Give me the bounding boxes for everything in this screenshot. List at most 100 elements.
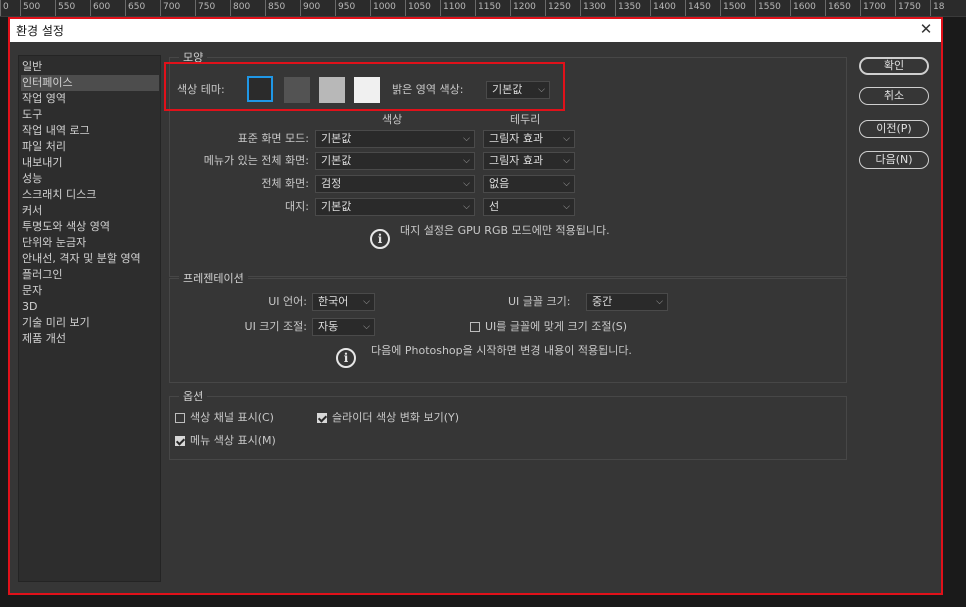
chevron-down-icon: ⌵ (363, 322, 370, 332)
ruler-tick: 1750 (895, 0, 921, 16)
show-channels-label: 색상 채널 표시(C) (190, 411, 274, 424)
chevron-down-icon: ⌵ (363, 297, 370, 307)
ruler-tick: 850 (265, 0, 285, 16)
menu-color-label: 메뉴 색상 표시(M) (190, 434, 276, 447)
sidebar-item-history-log[interactable]: 작업 내역 로그 (22, 123, 90, 139)
ui-font-size-select[interactable]: 중간 ⌵ (586, 293, 668, 311)
sidebar-item-general[interactable]: 일반 (22, 59, 42, 75)
preferences-sidebar: 일반 인터페이스 작업 영역 도구 작업 내역 로그 파일 처리 내보내기 성능… (18, 55, 161, 582)
fullscreen-label: 전체 화면: (261, 177, 309, 190)
ruler-tick: 1050 (405, 0, 431, 16)
artboard-border-value: 선 (489, 200, 500, 213)
artboard-color-select[interactable]: 기본값 ⌵ (315, 198, 475, 216)
slider-color-label: 슬라이더 색상 변화 보기(Y) (332, 411, 459, 424)
color-column-header: 색상 (382, 113, 403, 126)
ruler-tick: 1400 (650, 0, 676, 16)
chevron-down-icon: ⌵ (463, 134, 470, 144)
close-icon[interactable]: ✕ (915, 18, 937, 40)
ruler-tick: 1600 (790, 0, 816, 16)
standard-screen-border-value: 그림자 효과 (489, 132, 544, 145)
chevron-down-icon: ⌵ (563, 156, 570, 166)
sidebar-item-plugins[interactable]: 플러그인 (22, 267, 62, 283)
sidebar-item-scratch-disks[interactable]: 스크래치 디스크 (22, 187, 96, 203)
sidebar-item-transparency[interactable]: 투명도와 색상 영역 (22, 219, 110, 235)
options-group (169, 396, 847, 460)
ok-button[interactable]: 확인 (859, 57, 929, 75)
sidebar-item-3d[interactable]: 3D (22, 299, 37, 315)
sidebar-item-file-handling[interactable]: 파일 처리 (22, 139, 66, 155)
artboard-color-value: 기본값 (321, 200, 352, 213)
ruler-tick: 0 (0, 0, 9, 16)
ruler-tick: 600 (90, 0, 110, 16)
options-title: 옵션 (179, 390, 208, 403)
ui-font-size-value: 중간 (592, 295, 613, 308)
ruler-tick: 700 (160, 0, 180, 16)
title-bar: 환경 설정 ✕ (8, 17, 943, 42)
ruler-tick: 1300 (580, 0, 606, 16)
ui-scale-label: UI 크기 조절: (244, 320, 307, 333)
sidebar-item-performance[interactable]: 성능 (22, 171, 42, 187)
ui-scale-select[interactable]: 자동 ⌵ (312, 318, 375, 336)
sidebar-item-guides-grid[interactable]: 안내선, 격자 및 분할 영역 (22, 251, 141, 267)
ruler-tick: 750 (195, 0, 215, 16)
show-channels-checkbox[interactable] (175, 413, 185, 423)
ruler-tick: 1250 (545, 0, 571, 16)
ui-language-value: 한국어 (318, 295, 349, 308)
scale-to-font-checkbox[interactable] (470, 322, 480, 332)
chevron-down-icon: ⌵ (563, 202, 570, 212)
menu-color-checkbox[interactable] (175, 436, 185, 446)
chevron-down-icon: ⌵ (656, 297, 663, 307)
sidebar-item-export[interactable]: 내보내기 (22, 155, 62, 171)
fullscreen-menu-border-select[interactable]: 그림자 효과 ⌵ (483, 152, 575, 170)
sidebar-item-cursors[interactable]: 커서 (22, 203, 42, 219)
artboard-note: 대지 설정은 GPU RGB 모드에만 적용됩니다. (400, 224, 610, 237)
ui-font-size-label: UI 글꼴 크기: (508, 295, 571, 308)
fullscreen-menu-color-select[interactable]: 기본값 ⌵ (315, 152, 475, 170)
fullscreen-color-value: 검정 (321, 177, 342, 190)
sidebar-item-interface[interactable]: 인터페이스 (21, 75, 159, 91)
info-icon: i (370, 229, 390, 249)
standard-screen-border-select[interactable]: 그림자 효과 ⌵ (483, 130, 575, 148)
ruler: 0 500 550 600 650 700 750 800 850 900 950 1000 1050 1… (0, 0, 966, 17)
ruler-tick: 1550 (755, 0, 781, 16)
ruler-tick: 650 (125, 0, 145, 16)
slider-color-checkbox[interactable] (317, 413, 327, 423)
fullscreen-border-value: 없음 (489, 177, 510, 190)
standard-screen-mode-label: 표준 화면 모드: (237, 132, 309, 145)
ruler-tick: 1500 (720, 0, 746, 16)
chevron-down-icon: ⌵ (463, 179, 470, 189)
sidebar-item-workspace[interactable]: 작업 영역 (22, 91, 66, 107)
standard-screen-color-select[interactable]: 기본값 ⌵ (315, 130, 475, 148)
info-icon: i (336, 348, 356, 368)
prev-button[interactable]: 이전(P) (859, 120, 929, 138)
artboard-border-select[interactable]: 선 ⌵ (483, 198, 575, 216)
next-button[interactable]: 다음(N) (859, 151, 929, 169)
ui-language-select[interactable]: 한국어 ⌵ (312, 293, 375, 311)
cancel-button[interactable]: 취소 (859, 87, 929, 105)
color-theme-highlight-frame (164, 62, 565, 111)
fullscreen-border-select[interactable]: 없음 ⌵ (483, 175, 575, 193)
ruler-tick: 1200 (510, 0, 536, 16)
ruler-tick: 800 (230, 0, 250, 16)
chevron-down-icon: ⌵ (463, 202, 470, 212)
fullscreen-menu-border-value: 그림자 효과 (489, 154, 544, 167)
presentation-title: 프레젠테이션 (179, 272, 248, 285)
standard-screen-color-value: 기본값 (321, 132, 352, 145)
scale-to-font-label: UI를 글꼴에 맞게 크기 조절(S) (485, 320, 628, 333)
border-column-header: 테두리 (510, 113, 541, 126)
chevron-down-icon: ⌵ (463, 156, 470, 166)
ruler-tick: 18 (930, 0, 944, 16)
ruler-tick: 1350 (615, 0, 641, 16)
ui-scale-value: 자동 (318, 320, 339, 333)
sidebar-item-tools[interactable]: 도구 (22, 107, 42, 123)
ruler-tick: 1100 (440, 0, 466, 16)
sidebar-item-type[interactable]: 문자 (22, 283, 42, 299)
sidebar-item-tech-previews[interactable]: 기술 미리 보기 (22, 315, 90, 331)
fullscreen-color-select[interactable]: 검정 ⌵ (315, 175, 475, 193)
ruler-tick: 1700 (860, 0, 886, 16)
ruler-tick: 1450 (685, 0, 711, 16)
chevron-down-icon: ⌵ (563, 179, 570, 189)
sidebar-item-units-rulers[interactable]: 단위와 눈금자 (22, 235, 86, 251)
sidebar-item-product-improvement[interactable]: 제품 개선 (22, 331, 66, 347)
ruler-tick: 1150 (475, 0, 501, 16)
